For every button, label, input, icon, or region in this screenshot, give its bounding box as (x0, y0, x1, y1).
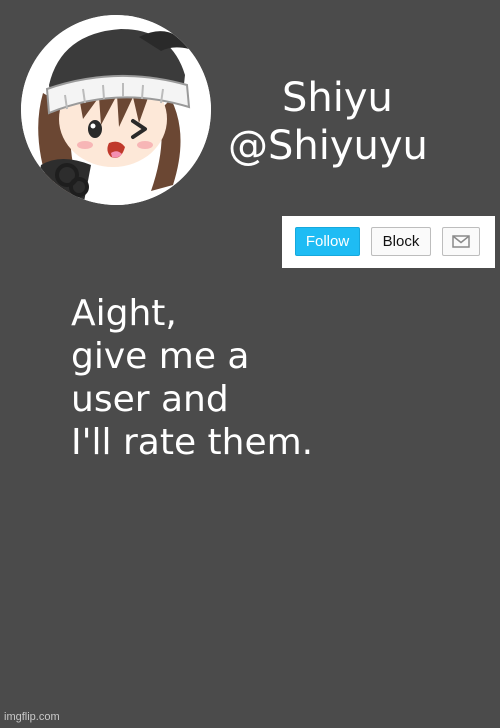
post-line: I'll rate them. (71, 422, 314, 463)
profile-display-name: Shiyu (282, 75, 393, 121)
post-line: give me a (71, 336, 250, 377)
follow-button[interactable]: Follow (295, 227, 360, 256)
profile-handle: @Shiyuyu (228, 123, 428, 169)
post-text: Aight, give me a user and I'll rate them… (71, 292, 471, 464)
block-button[interactable]: Block (371, 227, 431, 256)
post-line: user and (71, 379, 229, 420)
imgflip-watermark: imgflip.com (4, 711, 60, 723)
profile-avatar (21, 15, 211, 205)
message-button[interactable] (442, 227, 480, 256)
envelope-icon (452, 235, 470, 248)
anime-girl-avatar-icon (21, 15, 211, 205)
profile-action-bar: Follow Block (282, 216, 495, 268)
post-line: Aight, (71, 293, 177, 334)
